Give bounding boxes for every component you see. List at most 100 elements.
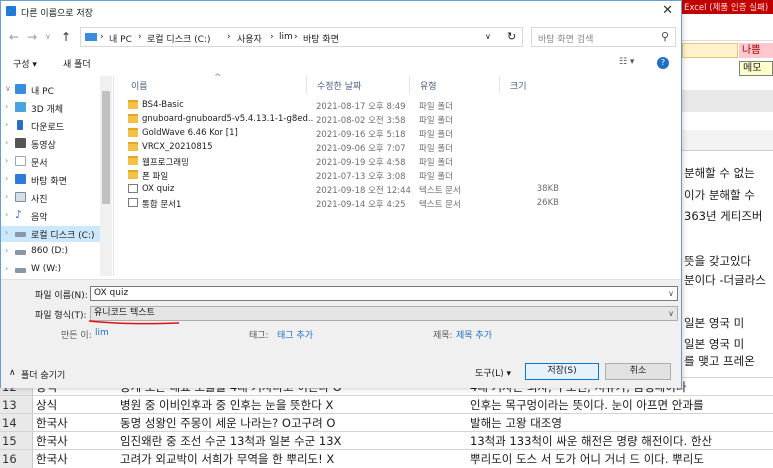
address-bar[interactable]: › 내 PC › 로컬 디스크 (C:) › 사용자 › lim › 바탕 화면… [80,27,523,47]
column-divider[interactable] [306,76,307,94]
cube-icon [15,102,26,112]
collapse-chevron-icon[interactable]: › [5,174,8,183]
excel-cell[interactable]: 병원 중 이비인후과 중 인후는 눈을 뜻한다 X [120,396,466,414]
file-name: 폰 파일 [142,172,169,182]
excel-cell-memo[interactable]: 메모 [739,61,773,76]
collapse-chevron-icon[interactable]: › [5,228,8,237]
excel-cell[interactable]: 임진왜란 중 조선 수군 13척과 일본 수군 13X [120,432,466,450]
file-row[interactable]: 통합 문서1 2021-09-14 오후 4:25 텍스트 문서 26KB [124,197,644,211]
excel-cell[interactable]: 한국사 [36,414,116,432]
file-row[interactable]: 폰 파일 2021-07-13 오후 3:08 파일 폴더 [124,169,644,183]
nav-item-drive-w[interactable]: › W (W:) [1,262,111,278]
nav-item-videos[interactable]: › 동영상 [1,136,111,152]
file-type: 파일 폴더 [419,116,453,126]
collapse-chevron-icon[interactable]: › [5,120,8,129]
up-arrow-icon[interactable]: ↑ [61,30,71,44]
file-row[interactable]: BS4-Basic 2021-08-17 오후 8:49 파일 폴더 [124,99,644,113]
column-header-date[interactable]: 수정한 날짜 [317,79,361,92]
file-row[interactable]: OX quiz 2021-09-18 오전 12:44 텍스트 문서 38KB [124,183,644,197]
hide-folders-chevron-icon[interactable]: ∧ [9,368,16,378]
row-number[interactable]: 16 [0,450,33,468]
filetype-label: 파일 형식(T): [35,311,87,321]
filename-input[interactable]: OX quiz ∨ [90,286,678,301]
help-icon[interactable]: ? [657,57,669,69]
collapse-chevron-icon[interactable]: › [5,264,8,273]
drive-icon [15,232,26,237]
excel-cell[interactable]: 한국사 [36,450,116,468]
save-button[interactable]: 저장(S) [525,363,599,380]
file-row[interactable]: 웹프로그래밍 2021-09-19 오후 4:58 파일 폴더 [124,155,644,169]
collapse-chevron-icon[interactable]: › [5,192,8,201]
close-icon[interactable]: ✕ [662,3,673,18]
file-row[interactable]: VRCX_20210815 2021-09-06 오후 7:07 파일 폴더 [124,141,644,155]
cancel-button[interactable]: 취소 [605,363,671,380]
dialog-title-bar: 다른 이름으로 저장 ✕ [1,1,681,23]
collapse-chevron-icon[interactable]: › [5,246,8,255]
row-number[interactable]: 14 [0,414,33,432]
nav-item-3d-objects[interactable]: › 3D 개체 [1,100,111,116]
forward-arrow-icon[interactable]: → [27,30,37,44]
tools-dropdown[interactable]: 도구(L) ▾ [475,366,511,379]
file-row[interactable]: GoldWave 6.46 Kor [1] 2021-09-16 오후 5:18… [124,127,644,141]
excel-cell[interactable]: 13척과 133척이 싸운 해전은 명량 해전이다. 한산 [470,432,773,450]
nav-item-desktop[interactable]: › 바탕 화면 [1,172,111,188]
collapse-chevron-icon[interactable]: › [5,102,8,111]
chevron-down-icon[interactable]: ∨ [668,287,674,300]
title-add-link[interactable]: 제목 추가 [456,328,492,341]
back-arrow-icon[interactable]: ← [9,30,19,44]
nav-item-downloads[interactable]: › 다운로드 [1,118,111,134]
excel-cell-text: 일본 영국 미 [684,316,745,330]
new-folder-button[interactable]: 새 폴더 [63,57,91,70]
organize-button[interactable]: 구성 ▾ [13,57,37,70]
picture-icon [15,192,26,202]
file-row[interactable]: gnuboard-gnuboard5-v5.4.13.1-1-g8ed... 2… [124,113,644,127]
collapse-chevron-icon[interactable]: › [5,138,8,147]
address-dropdown-icon[interactable]: ∨ [485,32,491,41]
nav-item-documents[interactable]: › 문서 [1,154,111,170]
breadcrumb-separator: › [138,32,142,42]
nav-item-local-disk-c[interactable]: › 로컬 디스크 (C:) [1,226,111,242]
collapse-chevron-icon[interactable]: › [5,156,8,165]
excel-cell[interactable]: 뿌리도이 도스 서 도가 어니 거너 드 이다. 뿌리도 [470,450,773,468]
row-number[interactable]: 13 [0,396,33,414]
chevron-down-icon[interactable]: ∨ [668,307,674,320]
excel-cell-bad[interactable]: 나쁨 [739,43,773,58]
download-icon [17,120,23,130]
breadcrumb-item[interactable]: lim [279,32,293,42]
excel-cell[interactable]: 동명 성왕인 주몽이 세운 나라는? O고구려 O [120,414,466,432]
refresh-icon[interactable]: ↻ [507,30,516,43]
column-divider[interactable] [499,76,500,94]
view-options-icon[interactable]: ☷ ▾ [619,57,634,67]
recent-dropdown-icon[interactable]: ∨ [45,32,51,41]
nav-item-this-pc[interactable]: ∨ 내 PC [1,82,111,98]
nav-item-drive-d[interactable]: › 860 (D:) [1,244,111,260]
breadcrumb-item[interactable]: 바탕 화면 [303,32,339,45]
filename-label: 파일 이름(N): [35,291,88,301]
breadcrumb-item[interactable]: 로컬 디스크 (C:) [147,32,210,45]
excel-cell[interactable]: 발해는 고왕 대조영 [470,414,773,432]
file-type: 파일 폴더 [419,144,453,154]
hide-folders-button[interactable]: 폴더 숨기기 [21,368,65,381]
column-header-type[interactable]: 유형 [420,79,437,92]
excel-cell[interactable]: 고려가 외교박이 서희가 무역을 한 뿌리도! X [120,450,466,468]
nav-item-pictures[interactable]: › 사진 [1,190,111,206]
column-header-name[interactable]: 이름 [131,79,148,92]
excel-cell[interactable]: 상식 [36,396,116,414]
search-box[interactable]: 바탕 화면 검색 ⚲ [531,27,676,47]
scrollbar-thumb[interactable] [102,91,110,204]
column-header-size[interactable]: 크기 [510,79,527,92]
search-icon[interactable]: ⚲ [661,30,669,43]
nav-item-music[interactable]: › ♪ 음악 [1,208,111,224]
tags-add-link[interactable]: 태그 추가 [277,328,313,341]
excel-cell[interactable]: 인후는 목구멍이라는 뜻이다. 눈이 아프면 안과를 [470,396,773,414]
breadcrumb-item[interactable]: 내 PC [109,32,132,45]
collapse-chevron-icon[interactable]: › [5,210,8,219]
nav-label: 다운로드 [31,123,65,133]
excel-cell[interactable]: 한국사 [36,432,116,450]
column-divider[interactable] [409,76,410,94]
breadcrumb-item[interactable]: 사용자 [237,32,262,45]
toolbar: 구성 ▾ 새 폴더 ☷ ▾ ? [1,52,681,74]
row-number[interactable]: 15 [0,432,33,450]
author-value[interactable]: lim [95,328,109,338]
expand-chevron-icon[interactable]: ∨ [5,84,11,93]
